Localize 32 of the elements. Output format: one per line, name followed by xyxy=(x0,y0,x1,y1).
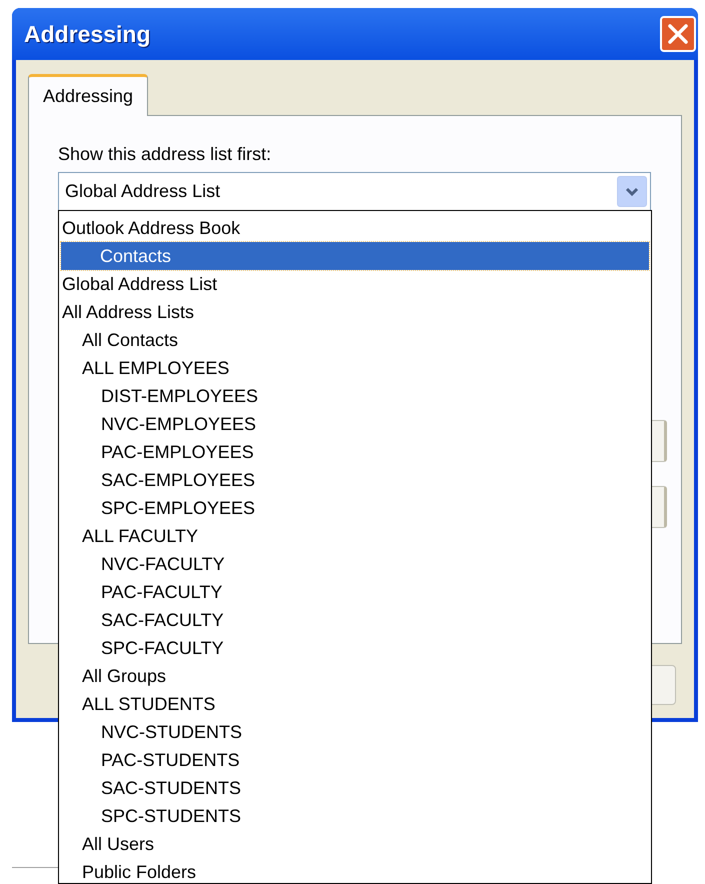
dropdown-item[interactable]: PAC-EMPLOYEES xyxy=(59,438,651,466)
chevron-down-icon xyxy=(625,186,639,196)
dropdown-item[interactable]: All Contacts xyxy=(59,326,651,354)
dropdown-item[interactable]: SAC-EMPLOYEES xyxy=(59,466,651,494)
dropdown-item[interactable]: Public Folders xyxy=(59,858,651,883)
dropdown-item[interactable]: All Groups xyxy=(59,662,651,690)
dropdown-item[interactable]: SAC-STUDENTS xyxy=(59,774,651,802)
dropdown-item[interactable]: ALL EMPLOYEES xyxy=(59,354,651,382)
dropdown-item[interactable]: ALL FACULTY xyxy=(59,522,651,550)
window-title: Addressing xyxy=(24,20,151,49)
close-button[interactable] xyxy=(660,16,696,52)
dropdown-item[interactable]: SPC-STUDENTS xyxy=(59,802,651,830)
dropdown-item[interactable]: Outlook Address Book xyxy=(59,214,651,242)
field-label: Show this address list first: xyxy=(58,143,272,166)
dropdown-item[interactable]: Global Address List xyxy=(59,270,651,298)
dropdown-item[interactable]: Contacts xyxy=(61,242,649,270)
dropdown-item[interactable]: All Address Lists xyxy=(59,298,651,326)
tab[interactable]: Addressing xyxy=(28,74,148,116)
dropdown-arrow-button[interactable] xyxy=(617,176,647,207)
close-icon xyxy=(667,23,689,45)
dropdown-item[interactable]: SPC-FACULTY xyxy=(59,634,651,662)
dropdown-item[interactable]: PAC-FACULTY xyxy=(59,578,651,606)
dropdown-item[interactable]: ALL STUDENTS xyxy=(59,690,651,718)
dropdown-item[interactable]: SAC-FACULTY xyxy=(59,606,651,634)
dropdown-item[interactable]: NVC-STUDENTS xyxy=(59,718,651,746)
dropdown-item[interactable]: SPC-EMPLOYEES xyxy=(59,494,651,522)
dropdown-item[interactable]: NVC-FACULTY xyxy=(59,550,651,578)
address-list-dropdown[interactable]: Global Address List xyxy=(58,172,651,211)
dropdown-item[interactable]: NVC-EMPLOYEES xyxy=(59,410,651,438)
dropdown-item[interactable]: DIST-EMPLOYEES xyxy=(59,382,651,410)
dropdown-item[interactable]: All Users xyxy=(59,830,651,858)
dropdown-item[interactable]: PAC-STUDENTS xyxy=(59,746,651,774)
